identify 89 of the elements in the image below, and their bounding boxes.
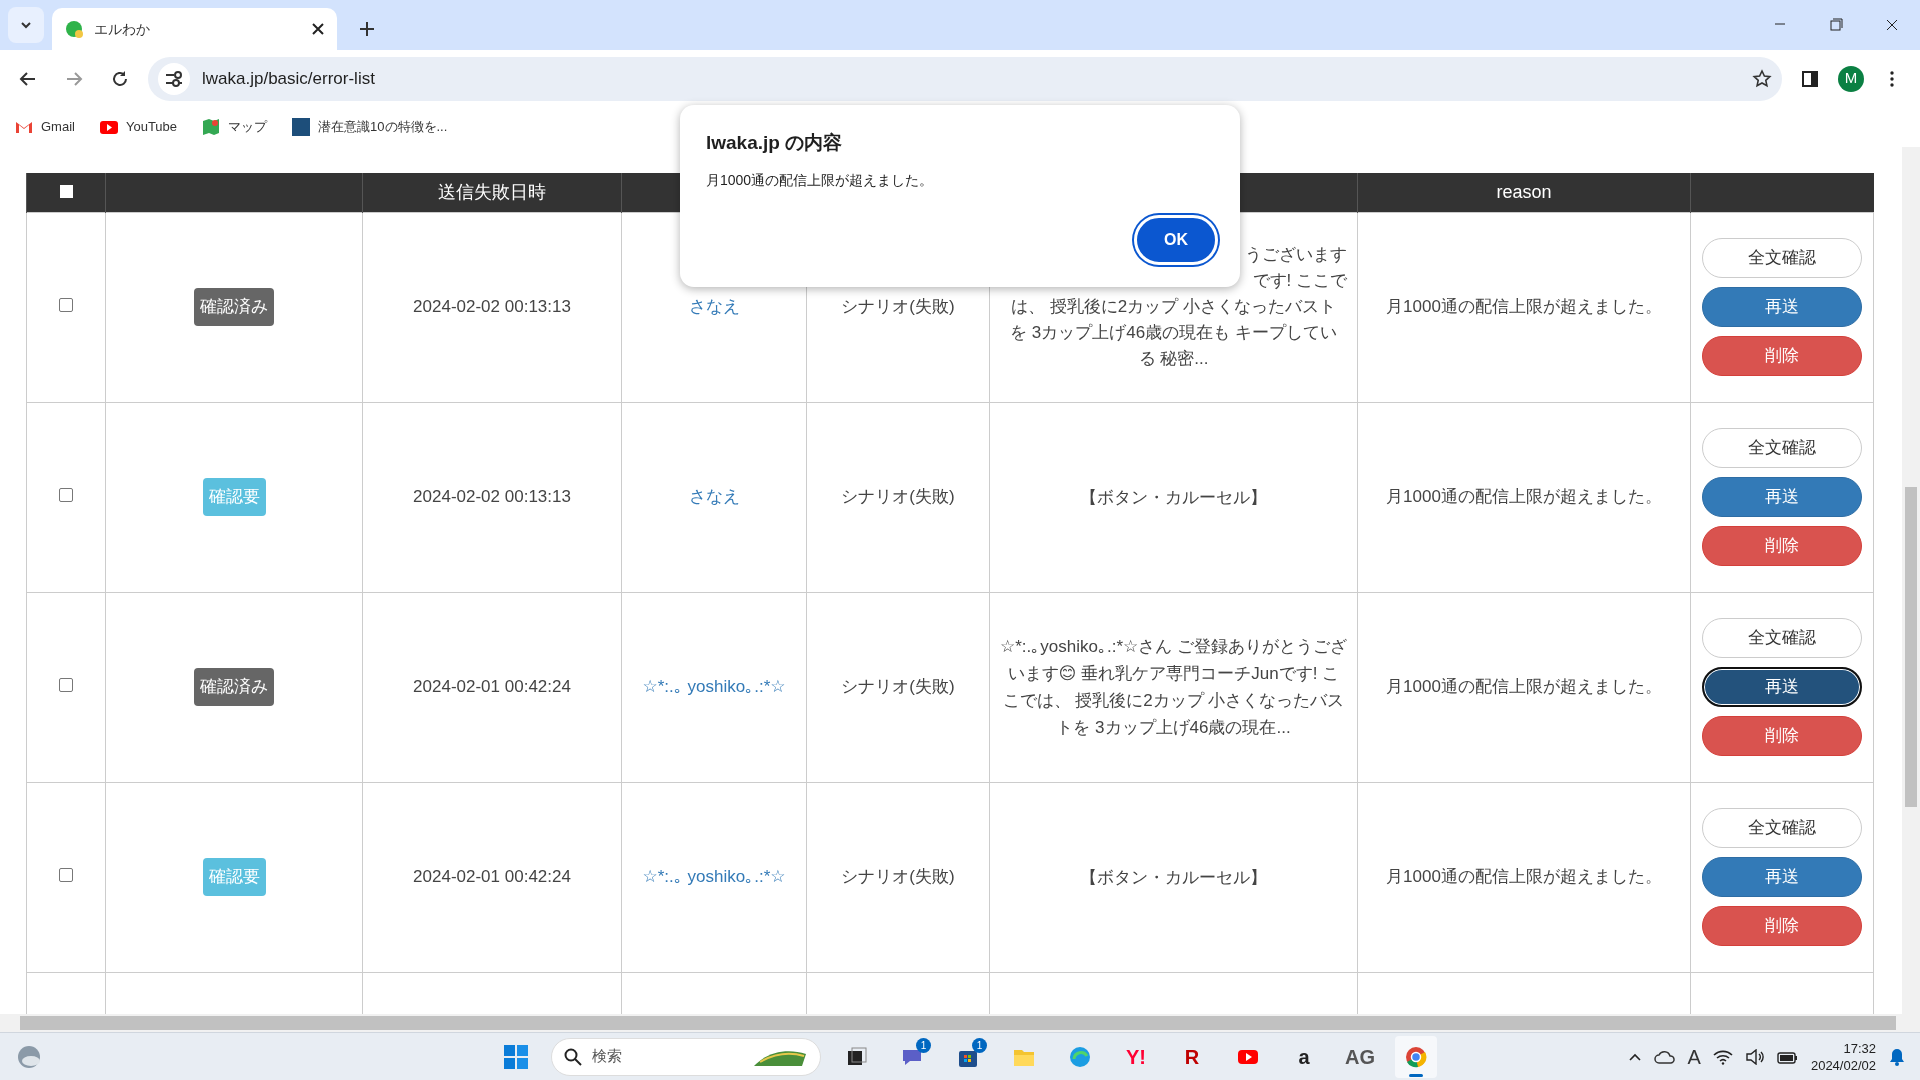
clock-time[interactable]: 17:32 (1810, 1039, 1876, 1057)
windows-logo-icon (503, 1043, 529, 1070)
bookmark-link[interactable]: Gmail (14, 117, 75, 137)
profile-avatar[interactable]: M (1838, 65, 1864, 92)
wifi-icon[interactable] (1712, 1048, 1733, 1065)
resend-button[interactable]: 再送 (1702, 287, 1862, 327)
resend-button[interactable]: 再送 (1702, 667, 1862, 707)
user-name-link[interactable]: さなえ (688, 297, 740, 317)
taskbar-app-button[interactable]: 1 (891, 1035, 933, 1078)
dialog-title: lwaka.jp の内容 (706, 131, 844, 155)
row-checkbox[interactable] (59, 868, 73, 883)
tab-title: エルわか (94, 19, 151, 39)
resend-button[interactable]: 再送 (1702, 477, 1862, 517)
delete-button[interactable]: 削除 (1702, 716, 1862, 756)
browser-tab[interactable]: エルわか (52, 8, 337, 50)
status-badge: 確認要 (202, 478, 266, 516)
notification-badge: 1 (972, 1037, 987, 1053)
taskbar-search-field[interactable]: 検索 (551, 1037, 821, 1076)
taskbar-app-button[interactable]: Y! (1115, 1035, 1157, 1078)
horizontal-scrollbar[interactable] (0, 1014, 1902, 1032)
bookmark-link[interactable]: 潜在意識10の特徴を... (291, 117, 448, 137)
message-text-line: を 3カップ上げ46歳の現在も キープしてい (1010, 320, 1337, 346)
user-name-link[interactable]: さなえ (688, 487, 740, 507)
taskbar-app-button[interactable]: AG (1339, 1035, 1381, 1078)
bookmark-link[interactable]: YouTube (98, 117, 178, 137)
taskbar-app-button[interactable]: a (1283, 1035, 1325, 1078)
clock-date[interactable]: 2024/02/02 (1810, 1056, 1876, 1074)
chrome-logo-icon (1404, 1044, 1428, 1069)
plus-icon[interactable] (359, 21, 375, 37)
select-all-checkbox[interactable] (59, 184, 73, 198)
dialog-message: 月1000通の配信上限が超えました。 (706, 170, 935, 190)
type-text: シナリオ(失敗) (841, 867, 955, 887)
sliders-icon (165, 70, 183, 87)
date-time-text: 2024-02-01 00:42:24 (413, 677, 571, 697)
reason-text: 月1000通の配信上限が超えました。 (1386, 677, 1662, 697)
search-icon (564, 1047, 582, 1066)
reason-text: 月1000通の配信上限が超えました。 (1386, 487, 1662, 507)
volume-icon[interactable] (1744, 1048, 1765, 1065)
side-panel-icon[interactable] (1800, 68, 1820, 89)
bell-icon[interactable] (1888, 1046, 1906, 1067)
status-badge: 確認済み (194, 288, 274, 326)
site-settings-button[interactable] (158, 62, 190, 95)
column-header: reason (1496, 181, 1552, 202)
column-header: 送信失敗日時 (438, 181, 546, 202)
input-method-indicator[interactable]: A (1687, 1041, 1701, 1072)
date-time-text: 2024-02-01 00:42:24 (413, 867, 571, 887)
type-text: シナリオ(失敗) (841, 297, 955, 317)
bookmark-link[interactable]: マップ (201, 117, 268, 137)
message-text-line: です! ここで (1252, 268, 1347, 294)
close-icon[interactable] (311, 22, 325, 36)
type-text: シナリオ(失敗) (841, 487, 955, 507)
row-checkbox[interactable] (59, 488, 73, 503)
date-time-text: 2024-02-02 00:13:13 (413, 297, 571, 317)
cloud-icon[interactable] (1653, 1048, 1676, 1065)
delete-button[interactable]: 削除 (1702, 526, 1862, 566)
type-text: シナリオ(失敗) (841, 677, 955, 697)
row-checkbox[interactable] (59, 678, 73, 693)
reason-text: 月1000通の配信上限が超えました。 (1386, 297, 1662, 317)
user-name-link[interactable]: ☆*:.｡ yoshiko｡.:*☆ (642, 867, 786, 887)
message-text: 【ボタン・カルーセル】 (1080, 487, 1267, 507)
status-badge: 確認済み (194, 668, 274, 706)
delete-button[interactable]: 削除 (1702, 906, 1862, 946)
wave-circle-icon (1068, 1044, 1092, 1069)
vertical-scrollbar[interactable] (1902, 147, 1920, 1032)
view-full-text-button[interactable]: 全文確認 (1702, 808, 1862, 848)
message-text-line: は、 授乳後に2カップ 小さくなったバスト (1011, 294, 1336, 320)
view-full-text-button[interactable]: 全文確認 (1702, 618, 1862, 658)
message-text-line: る 秘密... (1138, 346, 1209, 372)
row-checkbox[interactable] (59, 298, 73, 313)
view-full-text-button[interactable]: 全文確認 (1702, 238, 1862, 278)
star-icon[interactable] (1752, 68, 1772, 89)
favicon-icon (64, 19, 84, 39)
user-name-link[interactable]: ☆*:.｡ yoshiko｡.:*☆ (642, 677, 786, 697)
delete-button[interactable]: 削除 (1702, 336, 1862, 376)
resend-button[interactable]: 再送 (1702, 857, 1862, 897)
ok-button[interactable]: OK (1134, 215, 1218, 265)
taskbar-app-button[interactable]: R (1171, 1035, 1213, 1078)
status-badge: 確認要 (202, 858, 266, 896)
message-text-line: うございます (1245, 242, 1347, 268)
date-time-text: 2024-02-02 00:13:13 (413, 487, 571, 507)
reason-text: 月1000通の配信上限が超えました。 (1386, 867, 1662, 887)
message-text: 【ボタン・カルーセル】 (1080, 867, 1267, 887)
view-full-text-button[interactable]: 全文確認 (1702, 428, 1862, 468)
map-pin-icon (201, 117, 222, 137)
square-logo-icon (291, 117, 312, 137)
taskbar-app-button[interactable]: 1 (947, 1035, 989, 1078)
message-text: ☆*:.｡yoshiko｡.:*☆さん ご登録ありがとうございます😊 垂れ乳ケア専門コーチJunです! ここでは、 授乳後に2カップ 小さくなったバストを 3カップ上げ46歳の現在... (1000, 637, 1347, 737)
notification-badge: 1 (916, 1037, 931, 1053)
active-indicator (1409, 1073, 1423, 1077)
